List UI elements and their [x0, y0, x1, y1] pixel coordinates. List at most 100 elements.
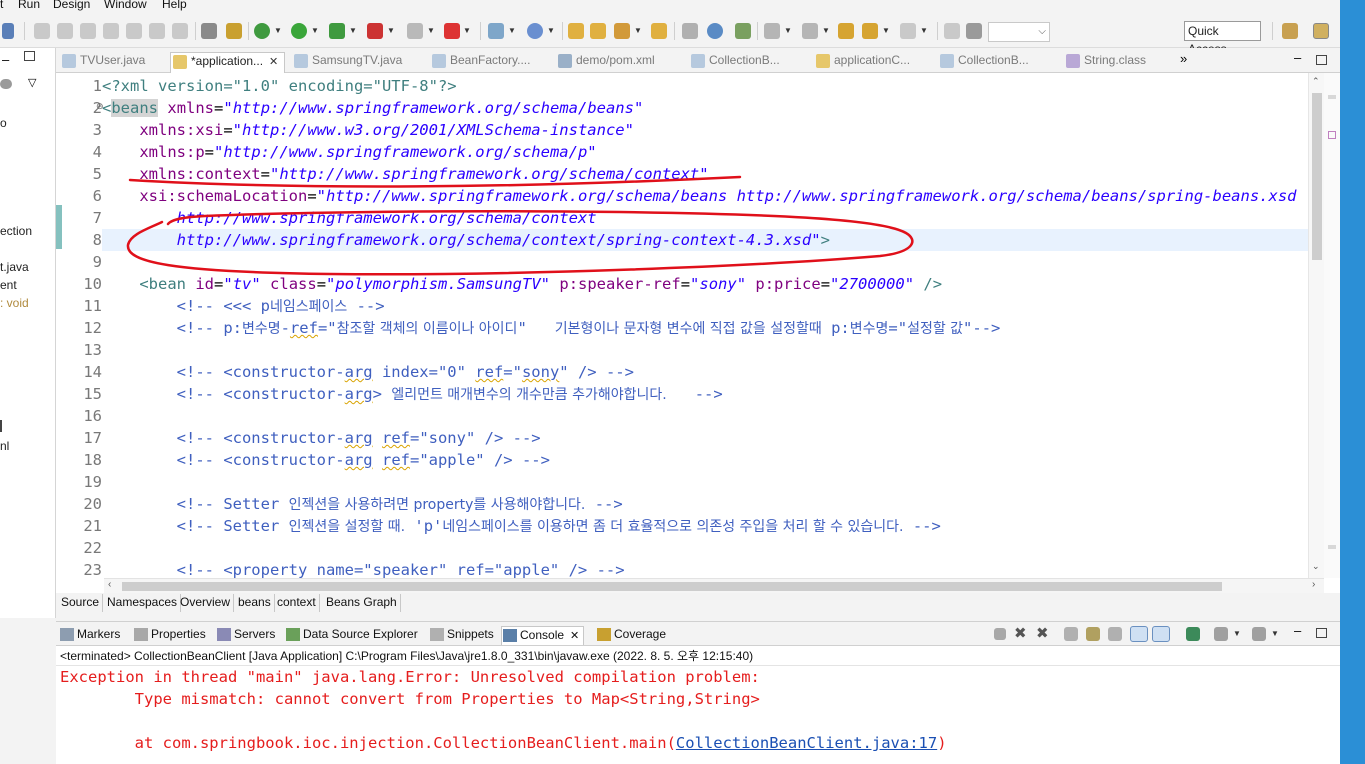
minimize-icon[interactable]: –: [1294, 50, 1301, 65]
new-class-dropdown-icon[interactable]: ▼: [547, 26, 555, 35]
tab-data-source-explorer[interactable]: Data Source Explorer: [285, 626, 418, 645]
maximize-icon[interactable]: [1316, 628, 1327, 638]
tree-item[interactable]: nl: [0, 439, 9, 453]
tab-snippets[interactable]: Snippets: [429, 626, 494, 645]
tab-beans[interactable]: beans: [235, 594, 275, 612]
zoom-select[interactable]: ⌵: [988, 22, 1050, 42]
scrollbar-thumb[interactable]: [1312, 93, 1322, 260]
tree-item[interactable]: ent: [0, 278, 17, 292]
new-wizard-dropdown-icon[interactable]: ▼: [508, 26, 516, 35]
tab-collectionbean-2[interactable]: CollectionB...: [938, 52, 1029, 73]
open-task-icon[interactable]: [651, 23, 667, 39]
scrollbar-thumb[interactable]: [122, 582, 1222, 591]
vertical-scrollbar[interactable]: ⌃ ⌄: [1308, 73, 1324, 578]
tab-application-xml[interactable]: *application... ✕: [170, 52, 286, 73]
tab-overview[interactable]: Overview: [177, 594, 235, 612]
maximize-icon[interactable]: [24, 51, 35, 61]
tab-properties[interactable]: Properties: [133, 626, 206, 645]
open-resource-icon[interactable]: [590, 23, 606, 39]
overview-marker[interactable]: [1328, 131, 1336, 139]
run-icon[interactable]: [291, 23, 307, 39]
step-over-icon[interactable]: [149, 23, 165, 39]
view-menu-icon[interactable]: ▽: [28, 76, 36, 89]
search-icon[interactable]: [735, 23, 751, 39]
next-annotation-icon[interactable]: [764, 23, 780, 39]
prev-annotation-dropdown-icon[interactable]: ▼: [822, 26, 830, 35]
quick-access-input[interactable]: Quick Access: [1184, 21, 1261, 56]
chevron-right-icon[interactable]: ›: [1312, 579, 1315, 590]
stacktrace-link[interactable]: CollectionBeanClient.java:17: [676, 734, 937, 752]
tab-collectionbean[interactable]: CollectionB...: [689, 52, 780, 73]
console-output[interactable]: Exception in thread "main" java.lang.Err…: [56, 666, 1340, 764]
more-tabs-icon[interactable]: »: [1180, 51, 1187, 66]
maximize-icon[interactable]: [1316, 55, 1327, 65]
spring-dropdown-icon[interactable]: ▼: [634, 26, 642, 35]
javadoc-icon[interactable]: [226, 23, 242, 39]
show-on-stdout-icon[interactable]: [1130, 626, 1148, 642]
coverage-dropdown-icon[interactable]: ▼: [349, 26, 357, 35]
horizontal-scrollbar[interactable]: ‹ ›: [104, 578, 1324, 593]
tab-markers[interactable]: Markers: [59, 626, 120, 645]
prev-annotation-icon[interactable]: [802, 23, 818, 39]
pin-editor-icon[interactable]: [944, 23, 960, 39]
collapse-all-icon[interactable]: [0, 79, 12, 89]
save-icon[interactable]: [2, 23, 14, 39]
tab-source[interactable]: Source: [58, 594, 104, 612]
coverage-icon[interactable]: [329, 23, 345, 39]
scroll-lock-icon[interactable]: [1086, 627, 1100, 641]
menu-window[interactable]: Window: [104, 0, 147, 11]
tree-item[interactable]: : void: [0, 296, 29, 310]
stop-server-icon[interactable]: [407, 23, 423, 39]
back-dropdown-icon[interactable]: ▼: [882, 26, 890, 35]
close-icon[interactable]: ✕: [269, 56, 278, 68]
tab-servers[interactable]: Servers: [216, 626, 275, 645]
external-tools-icon[interactable]: [367, 23, 383, 39]
new-class-icon[interactable]: [527, 23, 543, 39]
menu-item-t[interactable]: t: [0, 0, 3, 11]
chevron-down-icon[interactable]: ⌄: [1312, 561, 1320, 572]
step-into-icon[interactable]: [126, 23, 142, 39]
tab-namespaces[interactable]: Namespaces: [104, 594, 182, 612]
overview-marker[interactable]: [1328, 545, 1336, 549]
tab-context[interactable]: context: [274, 594, 320, 612]
debug-icon[interactable]: [254, 23, 270, 39]
disconnect-icon[interactable]: [103, 23, 119, 39]
grid-icon[interactable]: [966, 23, 982, 39]
minimize-icon[interactable]: –: [1294, 623, 1301, 638]
close-icon[interactable]: ✕: [570, 630, 579, 642]
tree-item[interactable]: t.java: [0, 260, 29, 274]
xml-source-editor[interactable]: 1 2 ⊖ 3 4 5 6 7 8 9 10 11 12 13 14 15 16…: [56, 73, 1340, 593]
chevron-up-icon[interactable]: ⌃: [1312, 76, 1320, 87]
minimize-icon[interactable]: –: [2, 52, 9, 67]
step-return-icon[interactable]: [172, 23, 188, 39]
run-dropdown-icon[interactable]: ▼: [311, 26, 319, 35]
new-wizard-icon[interactable]: [488, 23, 504, 39]
java-ee-perspective-icon[interactable]: [1313, 23, 1329, 39]
skip-breakpoints-icon[interactable]: [34, 23, 50, 39]
remove-launch-icon[interactable]: ✖: [1014, 624, 1027, 642]
last-edit-icon[interactable]: [838, 23, 854, 39]
show-on-stderr-icon[interactable]: [1152, 626, 1170, 642]
pin-console-icon[interactable]: [1186, 627, 1200, 641]
open-console-icon[interactable]: [1252, 627, 1266, 641]
spring-icon[interactable]: [614, 23, 630, 39]
tab-pom-xml[interactable]: demo/pom.xml: [556, 52, 655, 73]
debug-dropdown-icon[interactable]: ▼: [274, 26, 282, 35]
display-selected-console-icon[interactable]: [1214, 627, 1228, 641]
tab-coverage[interactable]: Coverage: [596, 626, 666, 645]
tab-samsungtv-java[interactable]: SamsungTV.java: [292, 52, 402, 73]
tab-applicationcontext[interactable]: applicationC...: [814, 52, 910, 73]
chevron-down-icon[interactable]: ▼: [1271, 629, 1279, 638]
menu-run[interactable]: Run: [18, 0, 40, 11]
open-type-icon[interactable]: [568, 23, 584, 39]
tree-item[interactable]: ection: [0, 224, 32, 238]
open-perspective-icon[interactable]: [1282, 23, 1298, 39]
next-annotation-dropdown-icon[interactable]: ▼: [784, 26, 792, 35]
tab-beans-graph[interactable]: Beans Graph: [323, 594, 401, 612]
menu-design[interactable]: Design: [53, 0, 90, 11]
overview-marker[interactable]: [1328, 95, 1336, 99]
format-icon[interactable]: [201, 23, 217, 39]
chevron-left-icon[interactable]: ‹: [108, 579, 111, 590]
tab-console[interactable]: Console ✕: [501, 626, 585, 645]
clear-console-icon[interactable]: [1064, 627, 1078, 641]
